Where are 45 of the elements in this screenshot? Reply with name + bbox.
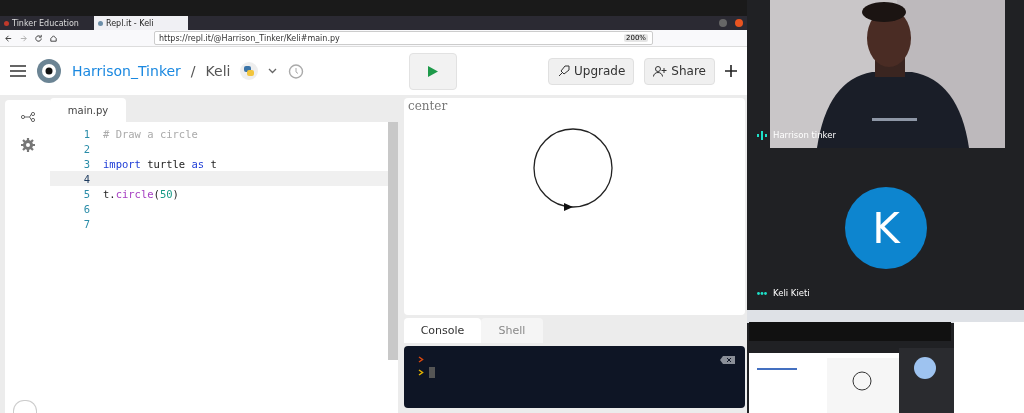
output-label: center	[408, 99, 448, 113]
code-line: # Draw a circle	[103, 127, 198, 140]
console-tab[interactable]: Console	[404, 318, 481, 343]
line-number: 5	[82, 187, 90, 200]
add-icon[interactable]	[725, 65, 737, 77]
dots-icon	[757, 291, 767, 295]
file-tab[interactable]: main.py	[50, 98, 126, 122]
home-icon[interactable]	[49, 33, 58, 43]
menu-icon[interactable]	[10, 65, 26, 77]
code-line: import turtle as t	[103, 157, 217, 170]
logo-icon	[36, 58, 62, 84]
line-number: 1	[82, 127, 90, 140]
path-separator: /	[190, 63, 196, 79]
settings-icon[interactable]	[20, 138, 35, 152]
play-icon	[428, 65, 439, 77]
scrollbar-thumb[interactable]	[388, 122, 398, 360]
browser-tab[interactable]: Tinker Education	[0, 16, 94, 30]
back-icon[interactable]	[4, 33, 13, 43]
add-person-icon	[653, 65, 668, 77]
line-number: 2	[82, 142, 90, 155]
repl-name: Keli	[205, 63, 231, 79]
owner-link[interactable]: Harrison_Tinker	[72, 63, 181, 79]
python-icon	[240, 62, 259, 80]
clear-icon[interactable]	[720, 356, 735, 364]
line-number: 3	[82, 157, 90, 170]
rocket-icon	[557, 64, 571, 78]
chevron-icon[interactable]	[268, 68, 278, 74]
minimize-icon[interactable]	[719, 19, 727, 27]
run-button[interactable]	[409, 52, 458, 90]
speaking-icon	[757, 130, 767, 140]
reload-icon[interactable]	[34, 33, 43, 43]
close-icon[interactable]	[735, 19, 743, 27]
avatar: K	[845, 187, 927, 269]
line-number: 6	[82, 202, 90, 215]
share-nodes-icon[interactable]	[20, 112, 35, 122]
code-line: t.circle(50)	[103, 187, 179, 200]
line-number: 4	[82, 172, 90, 185]
browser-tab[interactable]: Repl.it - Keli	[94, 16, 188, 30]
upgrade-button[interactable]: Upgrade	[548, 57, 635, 85]
history-icon[interactable]	[287, 62, 305, 80]
text-cursor	[429, 367, 435, 378]
line-number: 7	[82, 217, 90, 230]
share-button[interactable]: Share	[644, 57, 715, 85]
code-editor[interactable]: 1 # Draw a circle 2 3 import turtle as t 4 5 t.circle(50) 6 7	[50, 122, 398, 413]
participant-name: Keli Kieti	[773, 288, 810, 298]
